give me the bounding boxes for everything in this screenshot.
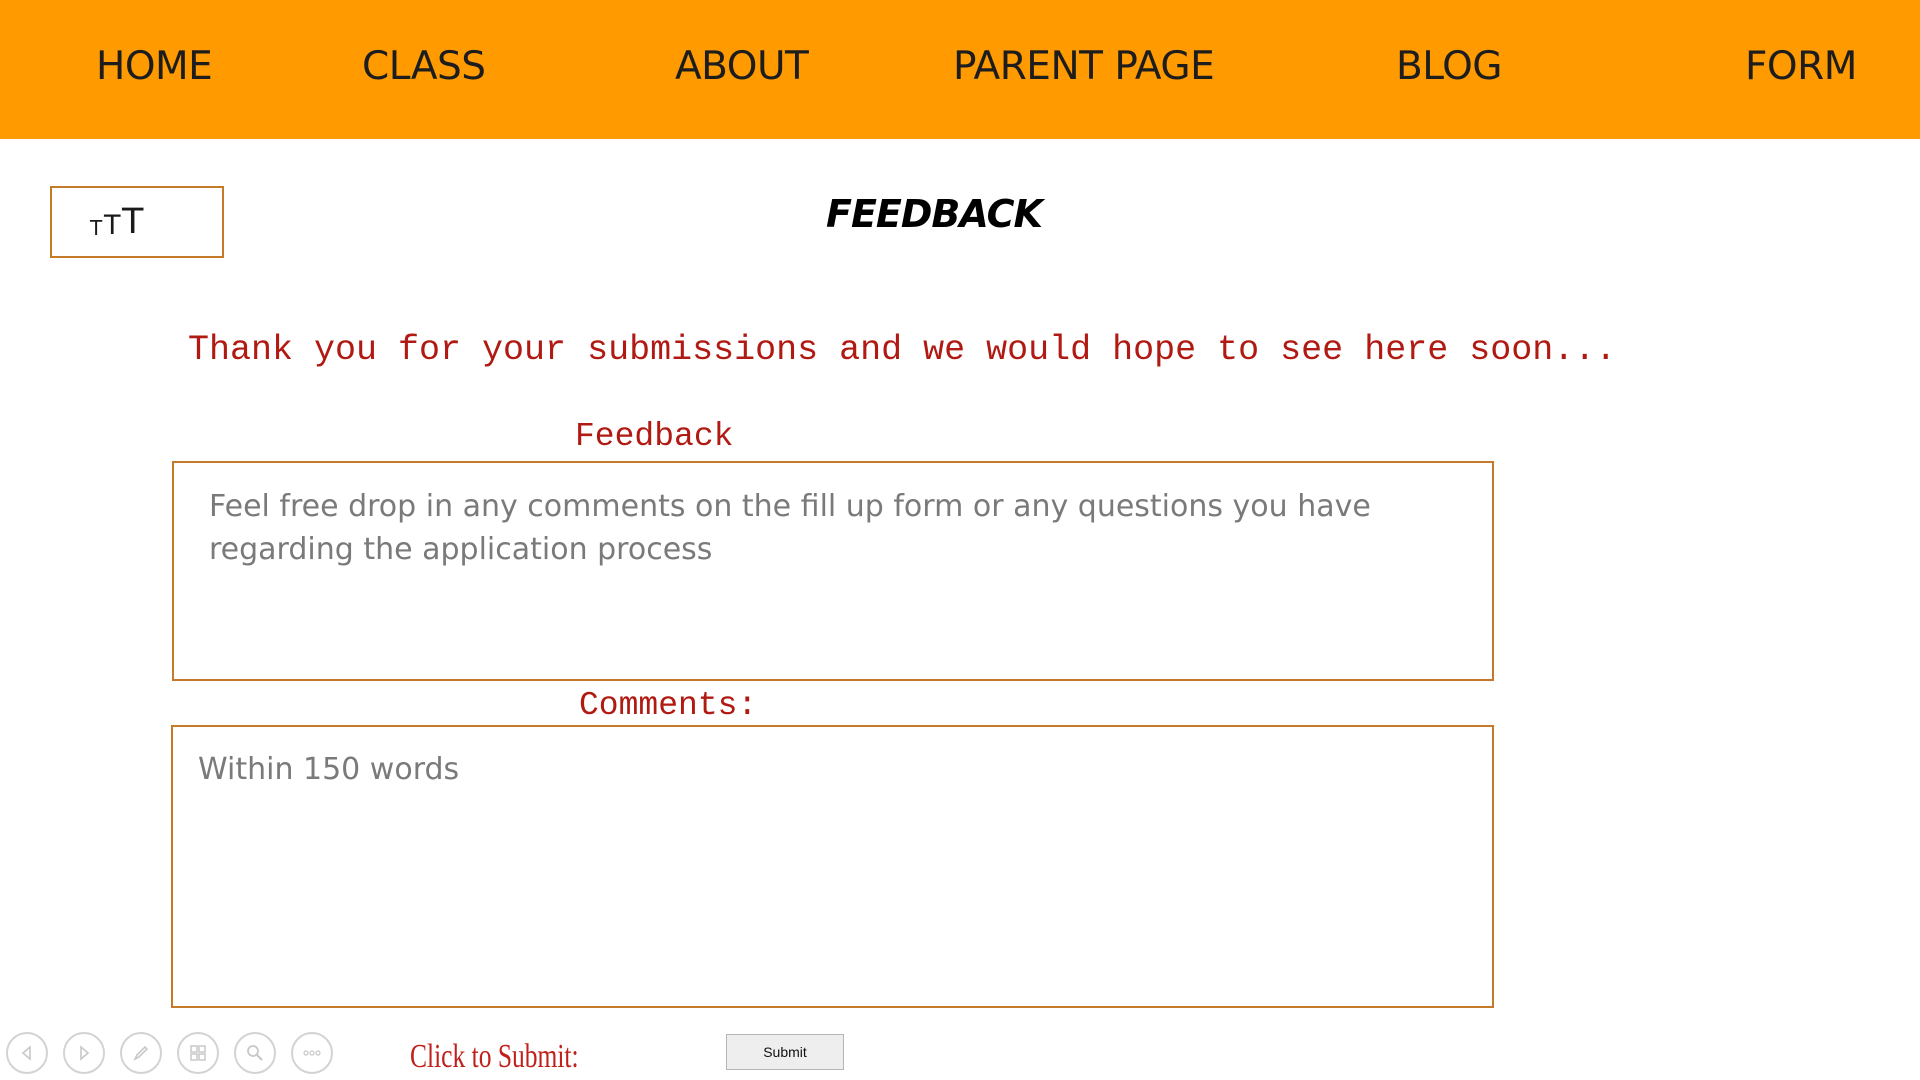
more-icon[interactable] [291,1032,333,1074]
nav-home[interactable]: HOME [96,44,213,89]
feedback-placeholder-line1: Feel free drop in any comments on the fi… [209,489,1371,524]
nav-class[interactable]: CLASS [362,44,486,89]
submit-prompt: Click to Submit: [410,1038,579,1075]
comments-label: Comments: [579,687,758,724]
feedback-label: Feedback [575,418,734,455]
feedback-textarea[interactable]: Feel free drop in any comments on the fi… [172,461,1494,681]
submit-button[interactable]: Submit [726,1034,844,1070]
slides-icon[interactable] [177,1032,219,1074]
top-navigation-bar: HOME CLASS ABOUT PARENT PAGE BLOG FORM [0,0,1920,139]
nav-parent-page[interactable]: PARENT PAGE [953,44,1215,89]
feedback-placeholder-line2: regarding the application process [209,532,713,567]
thanks-message: Thank you for your submissions and we wo… [188,330,1617,370]
nav-about[interactable]: ABOUT [675,44,809,89]
comments-textarea[interactable]: Within 150 words [171,725,1494,1008]
pen-icon[interactable] [120,1032,162,1074]
nav-blog[interactable]: BLOG [1396,44,1503,89]
comments-placeholder: Within 150 words [198,752,460,787]
zoom-icon[interactable] [234,1032,276,1074]
page-title: FEEDBACK [826,192,1043,236]
next-icon[interactable] [63,1032,105,1074]
previous-icon[interactable] [6,1032,48,1074]
nav-form[interactable]: FORM [1745,44,1857,89]
